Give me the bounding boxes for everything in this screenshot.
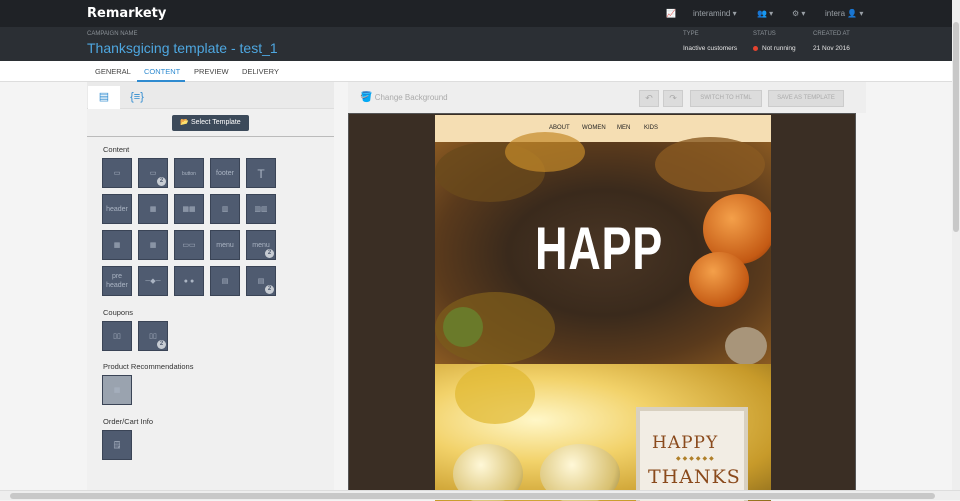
image-block[interactable]: ▭	[102, 158, 132, 188]
leaf-decoration	[455, 364, 535, 424]
blocks-tab-icon[interactable]: ▤	[88, 86, 120, 109]
type-label: TYPE	[683, 31, 699, 37]
second-image[interactable]: HAPPY ◆◆◆◆◆◆ THANKS	[435, 364, 771, 501]
scroll-thumb[interactable]	[10, 493, 935, 499]
order-cart-block[interactable]: 🗒	[102, 430, 132, 460]
social-icons-block[interactable]: ● ●	[174, 266, 204, 296]
section-content: Content	[103, 145, 130, 154]
account-menu[interactable]: interamind ▾	[693, 9, 737, 18]
card-thanks: THANKS	[648, 466, 741, 488]
thanks-card: HAPPY ◆◆◆◆◆◆ THANKS	[636, 407, 748, 501]
nav-men[interactable]: MEN	[617, 125, 630, 131]
panel-tabs: ▤ {≡}	[87, 82, 334, 109]
gear-icon[interactable]: ⚙ ▾	[792, 9, 805, 18]
status-label: STATUS	[753, 31, 776, 37]
menu-2-block[interactable]: menu 2	[246, 230, 276, 260]
created-label: CREATED AT	[813, 31, 850, 37]
coupon-2-block[interactable]: ▯▯ 2	[138, 321, 168, 351]
spacer-2-block[interactable]: ▤ 2	[246, 266, 276, 296]
four-column-block[interactable]: ▥▥	[246, 194, 276, 224]
top-bar: Remarkety 📈 interamind ▾ 👥 ▾ ⚙ ▾ intera …	[0, 0, 960, 27]
campaign-header: CAMPAIGN NAME Thanksgicing template - te…	[0, 27, 960, 61]
tab-delivery[interactable]: DELIVERY	[242, 67, 279, 76]
email-body[interactable]: ABOUT WOMEN MEN KIDS HAPP HAPPY ◆◆◆◆◆◆ T…	[435, 115, 771, 501]
paint-bucket-icon: 🪣	[360, 92, 373, 103]
spacer-block[interactable]: ▤	[210, 266, 240, 296]
pumpkin-decoration	[689, 252, 749, 307]
horizontal-scrollbar[interactable]	[0, 490, 960, 500]
tab-preview[interactable]: PREVIEW	[194, 67, 229, 76]
nav-kids[interactable]: KIDS	[644, 125, 658, 131]
image-2-block[interactable]: ▭ 2	[138, 158, 168, 188]
coupon-block[interactable]: ▯▯	[102, 321, 132, 351]
section-product-recommendations: Product Recommendations	[103, 362, 194, 371]
type-value: Inactive customers	[683, 45, 738, 52]
product-recommendation-block[interactable]: ▦	[102, 375, 132, 405]
hero-heading: HAPP	[535, 215, 664, 282]
nav-women[interactable]: WOMEN	[582, 125, 606, 131]
tab-content[interactable]: CONTENT	[144, 67, 180, 76]
hero-image[interactable]: HAPP	[435, 132, 771, 365]
vertical-scrollbar[interactable]	[952, 0, 960, 490]
select-template-button[interactable]: 📂 Select Template	[172, 115, 249, 131]
section-coupons: Coupons	[103, 308, 134, 317]
user-menu[interactable]: intera 👤 ▾	[825, 9, 863, 18]
change-background-button[interactable]: 🪣 Change Background	[360, 92, 448, 103]
editor-toolbar: 🪣 Change Background ↶ ↷ SWITCH TO HTML S…	[348, 82, 866, 113]
email-canvas[interactable]: ABOUT WOMEN MEN KIDS HAPP HAPPY ◆◆◆◆◆◆ T…	[348, 113, 856, 501]
save-as-template-button[interactable]: SAVE AS TEMPLATE	[768, 90, 844, 107]
created-value: 21 Nov 2016	[813, 45, 850, 52]
divider	[87, 136, 334, 137]
app-logo[interactable]: Remarkety	[87, 6, 166, 21]
corn-decoration	[505, 132, 585, 172]
scroll-thumb[interactable]	[953, 22, 959, 232]
redo-button[interactable]: ↷	[663, 90, 683, 107]
email-editor: 🪣 Change Background ↶ ↷ SWITCH TO HTML S…	[348, 82, 866, 501]
grid-block[interactable]: ▦	[102, 230, 132, 260]
divider-block[interactable]: ─◆─	[138, 266, 168, 296]
blocks-panel: ▤ {≡} 📂 Select Template Content ▭ ▭ 2 but…	[87, 82, 334, 500]
acorn-decoration	[443, 307, 483, 347]
users-icon[interactable]: 👥 ▾	[757, 9, 773, 18]
card-happy: HAPPY	[652, 433, 719, 453]
three-column-block[interactable]: ▥	[210, 194, 240, 224]
campaign-name-label: CAMPAIGN NAME	[87, 31, 138, 37]
section-order-cart-info: Order/Cart Info	[103, 417, 154, 426]
code-tab-icon[interactable]: {≡}	[121, 86, 153, 109]
gourd-decoration	[725, 327, 767, 365]
footer-block[interactable]: footer	[210, 158, 240, 188]
tab-general[interactable]: GENERAL	[95, 67, 131, 76]
text-block[interactable]: T	[246, 158, 276, 188]
status-dot	[753, 45, 758, 51]
social-block[interactable]: ▭▭	[174, 230, 204, 260]
two-image-block[interactable]: ▦▦	[174, 194, 204, 224]
campaign-name[interactable]: Thanksgicing template - test_1	[87, 40, 278, 56]
switch-to-html-button[interactable]: SWITCH TO HTML	[690, 90, 762, 107]
status-value: Not running	[753, 45, 796, 52]
leaf-decoration	[655, 137, 765, 192]
image-text-block[interactable]: ▦	[138, 194, 168, 224]
card-divider: ◆◆◆◆◆◆	[676, 456, 716, 462]
stats-icon[interactable]: 📈	[666, 9, 676, 18]
gallery-block[interactable]: ▦	[138, 230, 168, 260]
campaign-tabs: GENERAL CONTENT PREVIEW DELIVERY	[0, 61, 960, 82]
nav-about[interactable]: ABOUT	[549, 125, 570, 131]
menu-block[interactable]: menu	[210, 230, 240, 260]
header-block[interactable]: header	[102, 194, 132, 224]
preheader-block[interactable]: pre header	[102, 266, 132, 296]
button-block[interactable]: button	[174, 158, 204, 188]
undo-button[interactable]: ↶	[639, 90, 659, 107]
